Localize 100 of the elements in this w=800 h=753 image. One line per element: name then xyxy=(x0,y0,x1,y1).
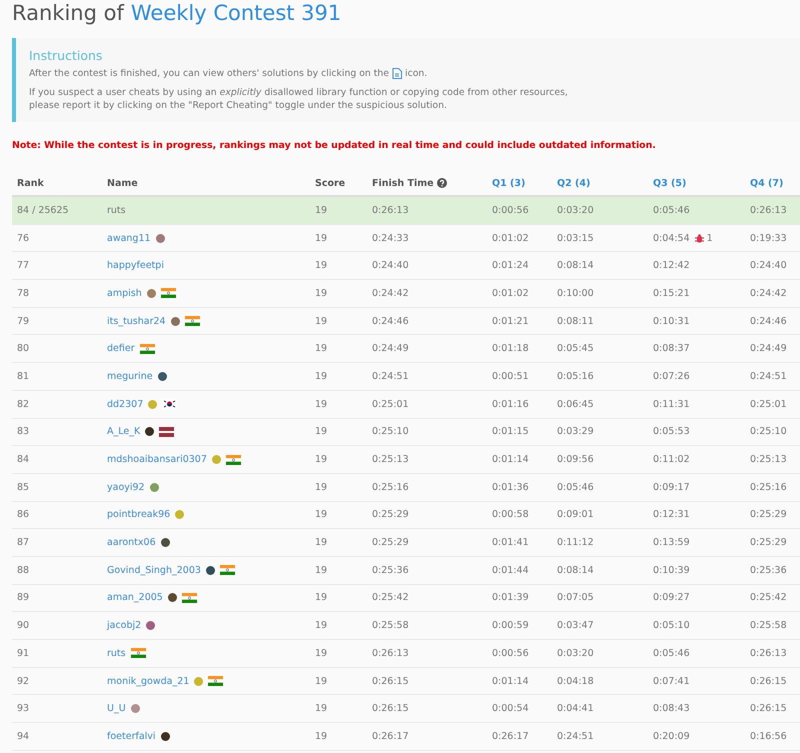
column-header: Name xyxy=(107,178,138,188)
finish-time-cell: 0:25:42 xyxy=(372,592,409,604)
score-cell: 19 xyxy=(315,288,328,299)
rank-cell: 87 xyxy=(17,537,30,548)
question-time-cell: 0:04:41 xyxy=(557,703,594,714)
question-time-cell: 0:12:42 xyxy=(653,260,690,272)
question-time-cell: 0:00:54 xyxy=(492,703,529,714)
question-time-cell: 0:03:47 xyxy=(557,620,594,632)
question-time-cell: 0:03:20 xyxy=(557,204,594,216)
contest-link[interactable]: Weekly Contest 391 xyxy=(130,0,342,26)
column-header[interactable]: Q3 (5) xyxy=(653,178,686,188)
question-time-cell: 0:05:53 xyxy=(653,426,690,438)
rank-cell: 92 xyxy=(17,676,30,687)
finish-time-cell: 0:25:29 xyxy=(372,509,409,520)
score-cell: 19 xyxy=(315,260,328,272)
rank-cell: 93 xyxy=(17,703,30,714)
user-name[interactable]: monik_gowda_21 xyxy=(107,676,190,687)
question-time-cell: 0:24:51 xyxy=(557,730,594,742)
finish-time-cell: 0:26:13 xyxy=(372,648,409,659)
score-cell: 19 xyxy=(315,676,328,687)
document-icon xyxy=(392,68,402,79)
rank-cell: 81 xyxy=(17,370,30,382)
question-time-cell: 0:01:14 xyxy=(492,454,529,466)
score-cell: 19 xyxy=(315,316,328,327)
user-name[interactable]: aman_2005 xyxy=(107,592,163,604)
user-name[interactable]: yaoyi92 xyxy=(107,482,145,493)
user-name[interactable]: A_Le_K xyxy=(107,426,140,438)
user-name[interactable]: awang11 xyxy=(107,232,151,244)
user-name[interactable]: ampish xyxy=(107,288,142,299)
column-header[interactable]: Q2 (4) xyxy=(557,178,590,188)
question-time-cell: 0:25:13 xyxy=(750,454,787,466)
finish-time-cell: 0:25:13 xyxy=(372,454,409,466)
question-time-cell: 0:24:49 xyxy=(750,343,787,354)
question-time-cell: 0:01:16 xyxy=(492,398,529,410)
user-name[interactable]: ruts xyxy=(107,648,126,659)
column-header: Finish Time xyxy=(372,178,434,188)
question-time-cell: 0:26:15 xyxy=(750,703,787,714)
question-time-cell: 0:01:21 xyxy=(492,316,529,327)
column-header[interactable]: Q4 (7) xyxy=(750,178,784,188)
score-cell: 19 xyxy=(315,426,328,438)
question-time-cell: 0:09:56 xyxy=(557,454,594,466)
user-name[interactable]: pointbreak96 xyxy=(107,509,170,520)
question-time-cell: 0:10:31 xyxy=(653,316,690,327)
wrong-attempts-count: 1 xyxy=(706,232,713,244)
user-name[interactable]: U_U xyxy=(107,703,126,714)
question-time-cell: 0:01:36 xyxy=(492,482,529,493)
user-name[interactable]: mdshoaibansari0307 xyxy=(107,454,207,466)
question-time-cell: 0:10:00 xyxy=(557,288,594,299)
question-time-cell: 0:08:11 xyxy=(557,316,594,327)
progress-note: Note: While the contest is in progress, rankings may not be updated in real time and could include outdated information. xyxy=(12,140,657,151)
question-time-cell: 0:11:02 xyxy=(653,454,690,466)
question-time-cell: 0:07:26 xyxy=(653,370,690,382)
question-time-cell: 0:07:41 xyxy=(653,676,690,687)
user-name[interactable]: dd2307 xyxy=(107,398,144,410)
flag-icon xyxy=(208,676,224,686)
user-name[interactable]: defier xyxy=(107,343,135,354)
instructions-heading: Instructions xyxy=(29,48,104,63)
user-name[interactable]: happyfeetpi xyxy=(107,260,164,272)
question-time-cell: 0:13:59 xyxy=(653,537,690,548)
rank-cell: 78 xyxy=(17,288,30,299)
finish-time-cell: 0:24:46 xyxy=(372,316,409,327)
column-header: Score xyxy=(315,178,346,188)
column-header[interactable]: Q1 (3) xyxy=(492,178,526,188)
question-time-cell: 0:03:20 xyxy=(557,648,594,659)
user-name[interactable]: Govind_Singh_2003 xyxy=(107,564,201,576)
rank-cell: 83 xyxy=(17,426,30,438)
question-time-cell: 0:08:37 xyxy=(653,343,690,354)
question-time-cell: 0:05:16 xyxy=(557,370,594,382)
question-time-cell: 0:05:46 xyxy=(653,648,690,659)
finish-time-cell: 0:26:15 xyxy=(372,703,409,714)
question-time-cell: 0:01:02 xyxy=(492,232,529,244)
question-time-cell: 0:25:01 xyxy=(750,398,787,410)
question-time-cell: 0:05:46 xyxy=(557,482,594,493)
question-time-cell: 0:24:51 xyxy=(750,370,787,382)
question-time-cell: 0:26:13 xyxy=(750,204,787,216)
flag-icon xyxy=(220,565,235,576)
flag-icon xyxy=(162,399,178,410)
finish-time-cell: 0:26:17 xyxy=(372,730,409,742)
question-time-cell: 0:25:36 xyxy=(750,564,787,576)
question-time-cell: 0:05:45 xyxy=(557,343,594,354)
flag-icon xyxy=(160,288,176,298)
question-time-cell: 0:19:33 xyxy=(750,232,787,244)
user-name[interactable]: aarontx06 xyxy=(107,537,156,548)
question-time-cell: 0:15:21 xyxy=(653,288,690,299)
question-time-cell: 0:25:29 xyxy=(750,537,787,548)
question-time-cell: 0:08:14 xyxy=(557,260,594,272)
user-name[interactable]: its_tushar24 xyxy=(107,316,166,327)
question-time-cell: 0:26:15 xyxy=(750,676,787,687)
finish-time-cell: 0:24:51 xyxy=(372,370,409,382)
user-name[interactable]: jacobj2 xyxy=(107,620,142,632)
question-time-cell: 0:25:16 xyxy=(750,482,787,493)
question-time-cell: 0:04:54 xyxy=(653,232,690,244)
question-time-cell: 0:24:40 xyxy=(750,260,787,272)
rank-cell: 82 xyxy=(17,398,30,410)
flag-icon xyxy=(226,454,241,465)
user-name[interactable]: foeterfalvi xyxy=(107,730,156,742)
user-name[interactable]: megurine xyxy=(107,370,153,382)
score-cell: 19 xyxy=(315,232,328,244)
score-cell: 19 xyxy=(315,537,328,548)
score-cell: 19 xyxy=(315,343,328,354)
